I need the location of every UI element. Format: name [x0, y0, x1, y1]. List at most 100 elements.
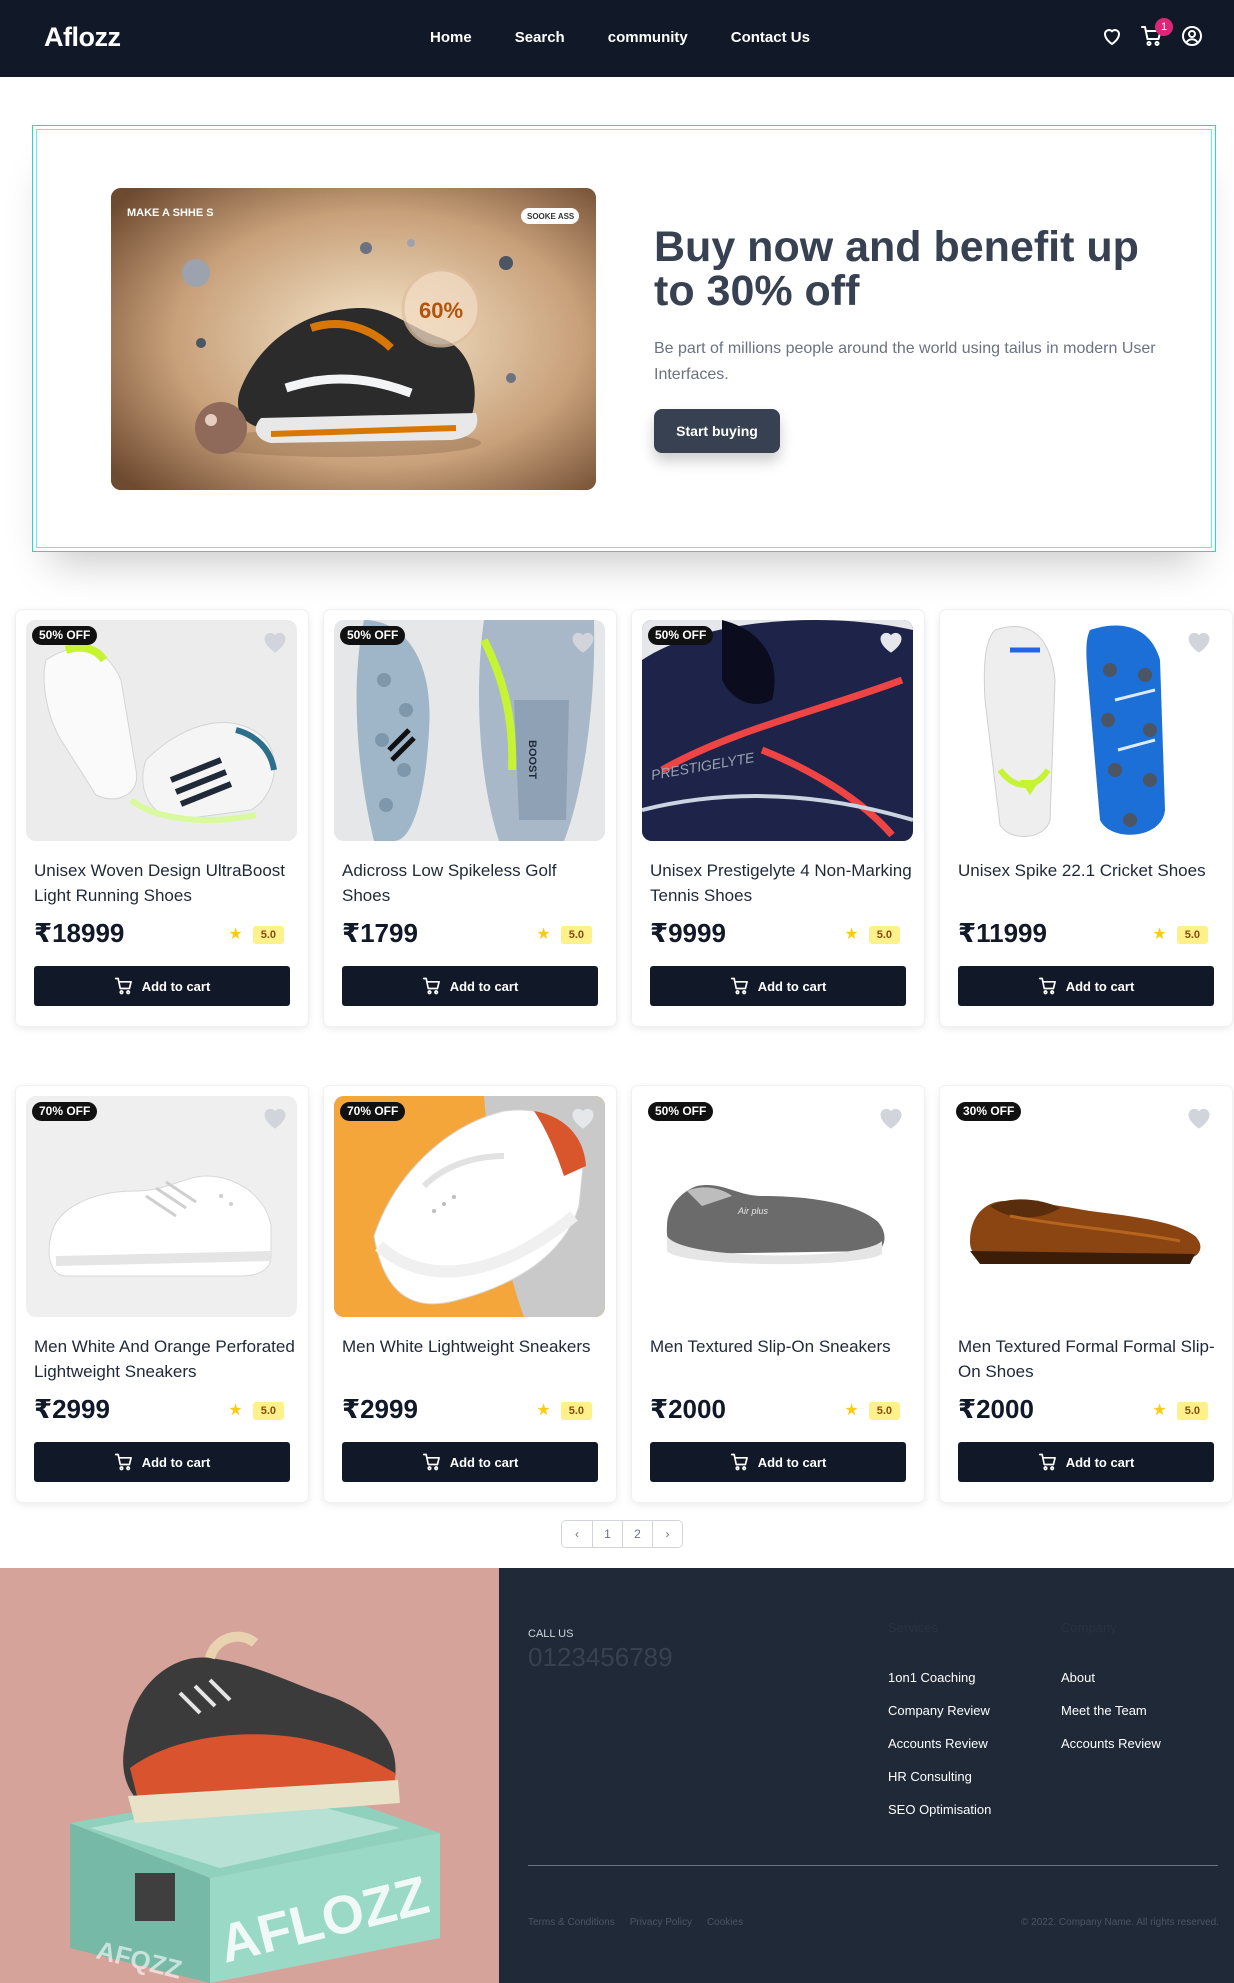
product-name[interactable]: Unisex Prestigelyte 4 Non-Marking Tennis…	[650, 858, 912, 908]
prev-page-button[interactable]: ‹	[562, 1521, 592, 1547]
cart-icon	[114, 1453, 132, 1471]
phone-number[interactable]: 0123456789	[528, 1642, 673, 1673]
terms-link[interactable]: Terms & Conditions	[528, 1917, 615, 1928]
nav-link-community[interactable]: community	[608, 29, 688, 46]
star-icon: ★	[536, 926, 551, 943]
add-to-cart-label: Add to cart	[449, 1454, 519, 1470]
product-card[interactable]: Unisex Spike 22.1 Cricket Shoes ₹11999 ★…	[940, 610, 1232, 1026]
wishlist-heart-icon[interactable]	[569, 628, 597, 654]
footer-link-about[interactable]: About	[1061, 1670, 1161, 1686]
wishlist-heart-icon[interactable]	[261, 628, 289, 654]
discount-badge: 50% OFF	[648, 1102, 714, 1121]
brand-logo[interactable]: Aflozz	[44, 22, 121, 53]
legal-links: Terms & Conditions Privacy Policy Cookie…	[528, 1917, 743, 1928]
call-us-label: CALL US	[528, 1628, 574, 1640]
discount-badge: 70% OFF	[32, 1102, 98, 1121]
product-name[interactable]: Adicross Low Spikeless Golf Shoes	[342, 858, 604, 908]
product-name[interactable]: Unisex Woven Design UltraBoost Light Run…	[34, 858, 296, 908]
product-card[interactable]: 70% OFF Men White Lightweight Sneakers ₹…	[324, 1086, 616, 1502]
next-page-button[interactable]: ›	[652, 1521, 682, 1547]
pagination: ‹ 1 2 ›	[561, 1520, 683, 1548]
product-image[interactable]: PRESTIGELYTE	[642, 620, 913, 841]
footer-link-hr-consulting[interactable]: HR Consulting	[888, 1769, 991, 1785]
add-to-cart-label: Add to cart	[757, 1454, 827, 1470]
product-rating: ★ 5.0	[1152, 926, 1208, 944]
product-name[interactable]: Unisex Spike 22.1 Cricket Shoes	[958, 858, 1220, 883]
product-name[interactable]: Men White Lightweight Sneakers	[342, 1334, 604, 1359]
start-buying-button[interactable]: Start buying	[654, 409, 780, 453]
star-icon: ★	[844, 1402, 859, 1419]
product-image[interactable]	[950, 1096, 1221, 1317]
company-heading: Company	[1061, 1620, 1117, 1635]
wishlist-heart-icon[interactable]	[569, 1104, 597, 1130]
product-card[interactable]: 50% OFF Unisex Woven Design UltraBoost L…	[16, 610, 308, 1026]
cookies-link[interactable]: Cookies	[707, 1917, 743, 1928]
product-price: ₹11999	[958, 918, 1047, 948]
add-to-cart-button[interactable]: Add to cart	[342, 1442, 598, 1482]
footer-link-coaching[interactable]: 1on1 Coaching	[888, 1670, 991, 1686]
cart-icon	[114, 977, 132, 995]
heart-icon[interactable]	[1100, 24, 1124, 48]
wishlist-heart-icon[interactable]	[877, 1104, 905, 1130]
product-image[interactable]	[26, 620, 297, 841]
product-image[interactable]: Air plus	[642, 1096, 913, 1317]
cart-icon[interactable]: 1	[1140, 18, 1173, 48]
product-rating: ★ 5.0	[536, 926, 592, 944]
footer-link-team[interactable]: Meet the Team	[1061, 1703, 1161, 1719]
page-1-button[interactable]: 1	[592, 1521, 622, 1547]
discount-badge: 70% OFF	[340, 1102, 406, 1121]
cart-icon	[422, 977, 440, 995]
nav-icons: 1	[1100, 18, 1204, 48]
rating-value: 5.0	[252, 926, 284, 944]
product-name[interactable]: Men Textured Formal Formal Slip-On Shoes	[958, 1334, 1220, 1384]
navbar: Aflozz Home Search community Contact Us …	[0, 0, 1234, 77]
hero-image-badge: SOOKE ASS	[527, 212, 575, 221]
footer-link-seo[interactable]: SEO Optimisation	[888, 1802, 991, 1818]
privacy-link[interactable]: Privacy Policy	[630, 1917, 692, 1928]
add-to-cart-button[interactable]: Add to cart	[650, 1442, 906, 1482]
product-card[interactable]: 30% OFF Men Textured Formal Formal Slip-…	[940, 1086, 1232, 1502]
product-image[interactable]: BOOST	[334, 620, 605, 841]
wishlist-heart-icon[interactable]	[1185, 1104, 1213, 1130]
add-to-cart-label: Add to cart	[1065, 978, 1135, 994]
add-to-cart-button[interactable]: Add to cart	[958, 1442, 1214, 1482]
product-image[interactable]	[26, 1096, 297, 1317]
nav-link-home[interactable]: Home	[430, 29, 472, 46]
add-to-cart-label: Add to cart	[141, 978, 211, 994]
add-to-cart-button[interactable]: Add to cart	[34, 1442, 290, 1482]
product-name[interactable]: Men Textured Slip-On Sneakers	[650, 1334, 912, 1359]
add-to-cart-button[interactable]: Add to cart	[342, 966, 598, 1006]
hero-image-text: MAKE A SHHE S	[127, 207, 214, 219]
svg-text:BOOST: BOOST	[526, 740, 538, 779]
product-rating: ★ 5.0	[1152, 1402, 1208, 1420]
product-card[interactable]: PRESTIGELYTE 50% OFF Unisex Prestigelyte…	[632, 610, 924, 1026]
wishlist-heart-icon[interactable]	[1185, 628, 1213, 654]
product-rating: ★ 5.0	[228, 1402, 284, 1420]
footer-link-company-review[interactable]: Company Review	[888, 1703, 991, 1719]
product-card[interactable]: Air plus 50% OFF Men Textured Slip-On Sn…	[632, 1086, 924, 1502]
rating-value: 5.0	[1176, 926, 1208, 944]
nav-link-contact[interactable]: Contact Us	[731, 29, 810, 46]
add-to-cart-button[interactable]: Add to cart	[958, 966, 1214, 1006]
product-name[interactable]: Men White And Orange Perforated Lightwei…	[34, 1334, 296, 1384]
cart-icon	[1038, 1453, 1056, 1471]
product-image[interactable]	[950, 620, 1221, 841]
wishlist-heart-icon[interactable]	[261, 1104, 289, 1130]
cart-icon	[422, 1453, 440, 1471]
add-to-cart-button[interactable]: Add to cart	[34, 966, 290, 1006]
wishlist-heart-icon[interactable]	[877, 628, 905, 654]
services-links: 1on1 Coaching Company Review Accounts Re…	[888, 1670, 991, 1818]
product-price: ₹2000	[958, 1394, 1034, 1424]
product-image[interactable]	[334, 1096, 605, 1317]
product-card[interactable]: BOOST 50% OFF Adicross Low Spikeless Gol…	[324, 610, 616, 1026]
add-to-cart-button[interactable]: Add to cart	[650, 966, 906, 1006]
star-icon: ★	[536, 1402, 551, 1419]
footer-link-accounts-review[interactable]: Accounts Review	[888, 1736, 991, 1752]
product-card[interactable]: 70% OFF Men White And Orange Perforated …	[16, 1086, 308, 1502]
user-icon[interactable]	[1180, 24, 1204, 48]
footer-link-accounts[interactable]: Accounts Review	[1061, 1736, 1161, 1752]
nav-link-search[interactable]: Search	[515, 29, 565, 46]
page-2-button[interactable]: 2	[622, 1521, 652, 1547]
discount-badge: 50% OFF	[32, 626, 98, 645]
product-price: ₹1799	[342, 918, 418, 948]
